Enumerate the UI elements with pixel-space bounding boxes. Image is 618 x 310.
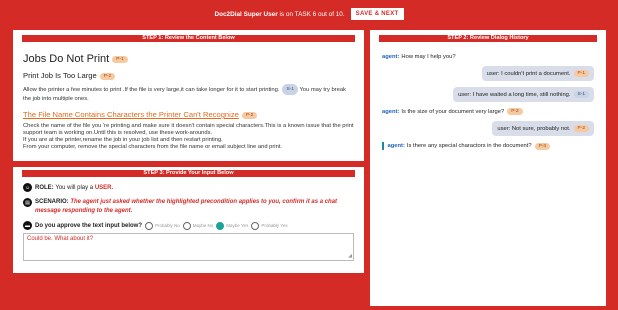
section2-text-2: If you are at the printer,rename the job… bbox=[23, 137, 223, 144]
role-text: You will play a bbox=[55, 184, 94, 191]
highlighted-section-title: The File Name Contains Characters the Pr… bbox=[23, 110, 258, 119]
radio-maybe-no-label: Maybe No bbox=[192, 223, 214, 228]
scenario-label: SCENARIO: bbox=[35, 199, 69, 205]
scenario-text: The agent just asked whether the highlig… bbox=[35, 199, 338, 214]
current-turn-marker bbox=[382, 142, 384, 151]
agent-message: agent: Is the size of your document very … bbox=[382, 108, 594, 116]
para1-badge: S-1 bbox=[282, 84, 298, 95]
step2-header: STEP 2: Review Dialog History bbox=[379, 35, 597, 42]
section1-text: Allow the printer a few minutes to print… bbox=[23, 84, 354, 104]
response-text: Could be. What about it? bbox=[27, 236, 94, 242]
radio-maybe-no[interactable] bbox=[182, 221, 191, 230]
section2-text-1: Check the name of the file you 're print… bbox=[23, 123, 354, 137]
section2-text-3: From your computer, remove the special c… bbox=[23, 144, 283, 151]
approval-row: ▬ Do you approve the text input below? P… bbox=[23, 221, 354, 230]
scenario-row: ▤ SCENARIO: The agent just asked whether… bbox=[23, 198, 354, 216]
step1-panel: STEP 1: Review the Content Below Jobs Do… bbox=[13, 30, 364, 161]
radio-probably-yes-label: Probably Yes bbox=[261, 223, 288, 228]
message-badge: P-2 bbox=[507, 108, 523, 116]
step1-header: STEP 1: Review the Content Below bbox=[22, 35, 355, 42]
document-content: Jobs Do Not Print P-1 Print Job Is Too La… bbox=[13, 42, 364, 155]
top-bar: Doc2Dial Super User is on TASK 6 out of … bbox=[0, 0, 618, 28]
radio-probably-yes[interactable] bbox=[251, 221, 260, 230]
message-badge: P-2 bbox=[573, 125, 589, 133]
role-value: USER. bbox=[94, 184, 114, 191]
doc-title: Jobs Do Not Print P-1 bbox=[23, 53, 354, 65]
scenario-icon: ▤ bbox=[23, 198, 32, 207]
message-badge: P-1 bbox=[573, 70, 589, 77]
step3-panel: STEP 3: Provide Your Input Below ☺ ROLE:… bbox=[13, 167, 364, 273]
message-badge: P-3 bbox=[534, 142, 551, 150]
section1-title: Print Job Is Too Large P-2 bbox=[23, 71, 354, 80]
role-label: ROLE: bbox=[35, 184, 54, 191]
step2-panel: STEP 2: Review Dialog History agent: How … bbox=[370, 30, 606, 306]
resize-handle-icon[interactable]: ◢ bbox=[348, 253, 352, 259]
radio-maybe-yes-label: Maybe Yes bbox=[226, 223, 249, 228]
radio-maybe-yes[interactable] bbox=[216, 221, 225, 230]
response-textarea[interactable]: Could be. What about it? ◢ bbox=[23, 233, 354, 261]
section2-badge: P-2 bbox=[241, 111, 258, 119]
chat-icon: ▬ bbox=[23, 221, 32, 230]
section1-badge: P-2 bbox=[99, 72, 116, 80]
user-message: user: I couldn't print a document. P-1 bbox=[382, 66, 594, 82]
user-icon: ☺ bbox=[23, 183, 32, 192]
radio-probably-no[interactable] bbox=[145, 221, 154, 230]
radio-probably-no-label: Probably No bbox=[155, 223, 180, 228]
task-status: is on TASK 6 out of 10. bbox=[279, 10, 345, 18]
agent-message: agent: Is there any special charactors in… bbox=[382, 142, 594, 151]
approve-question: Do you approve the text input below? bbox=[35, 222, 143, 229]
dialog-history: agent: How may I help you? user: I couldn… bbox=[370, 42, 606, 151]
save-next-button[interactable]: SAVE & NEXT bbox=[350, 8, 404, 20]
step3-header: STEP 3: Provide Your Input Below bbox=[22, 170, 355, 177]
app-name: Doc2Dial Super User bbox=[214, 10, 278, 18]
message-badge: S-1 bbox=[573, 91, 589, 99]
user-message: user: I have waited a long time, still n… bbox=[382, 87, 594, 103]
user-message: user: Not sure, probably not. P-2 bbox=[382, 121, 594, 137]
agent-message: agent: How may I help you? bbox=[382, 54, 456, 60]
doc-title-badge: P-1 bbox=[112, 55, 128, 63]
role-row: ☺ ROLE: You will play a USER. bbox=[23, 183, 354, 192]
